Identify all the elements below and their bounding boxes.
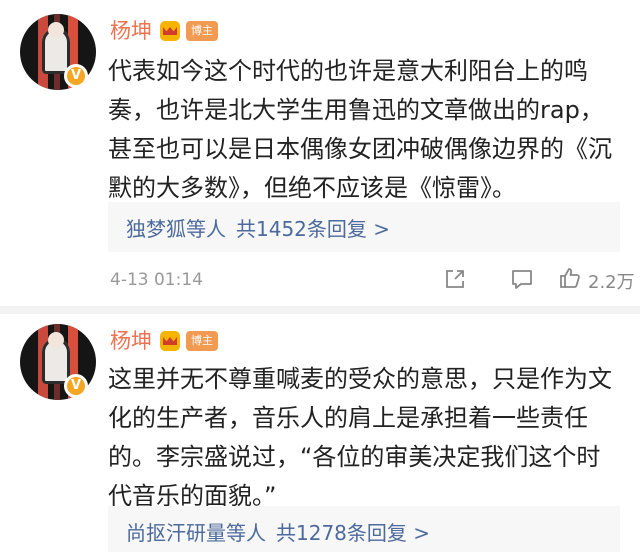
username-link[interactable]: 杨坤 <box>110 16 152 46</box>
comment-thread: V 杨坤 博主 代表如今这个时代的也许是意大利阳台上的鸣奏，也许是北大学生用鲁迅… <box>0 0 640 552</box>
crown-icon <box>160 21 180 41</box>
verified-v-icon: V <box>64 374 88 398</box>
author-row: 杨坤 博主 <box>110 16 218 46</box>
reply-users[interactable]: 尚抠汗研量 <box>126 517 226 546</box>
comment-footer: 4-13 01:14 2.2万 <box>110 266 635 296</box>
comment-card: V 杨坤 博主 这里并无不尊重喊麦的受众的意思，只是作为文化的生产者，音乐人的肩… <box>0 310 640 552</box>
author-tag-badge: 博主 <box>186 331 218 351</box>
crown-icon <box>160 331 180 351</box>
comment-icon[interactable] <box>510 268 534 290</box>
avatar-head <box>48 332 64 348</box>
comment-card: V 杨坤 博主 代表如今这个时代的也许是意大利阳台上的鸣奏，也许是北大学生用鲁迅… <box>0 0 640 310</box>
reply-users[interactable]: 独梦狐 <box>126 213 186 242</box>
timestamp: 4-13 01:14 <box>110 270 203 290</box>
share-icon[interactable] <box>444 268 466 290</box>
reply-users-suffix: 等人 <box>226 520 266 545</box>
verified-v-icon: V <box>64 64 88 88</box>
comment-text: 这里并无不尊重喊麦的受众的意思，只是作为文化的生产者，音乐人的肩上是承担着一些责… <box>108 365 612 510</box>
replies-link[interactable]: 尚抠汗研量 等人 共1278条回复 > <box>108 506 620 552</box>
username-link[interactable]: 杨坤 <box>110 326 152 356</box>
reply-total[interactable]: 共1278条回复 > <box>276 517 430 546</box>
author-tag-badge: 博主 <box>186 21 218 41</box>
like-count: 2.2万 <box>588 272 635 293</box>
author-row: 杨坤 博主 <box>110 326 218 356</box>
reply-total[interactable]: 共1452条回复 > <box>236 213 390 242</box>
avatar-head <box>48 22 64 38</box>
like-icon[interactable] <box>558 266 582 290</box>
reply-users-suffix: 等人 <box>186 216 226 241</box>
comment-text: 代表如今这个时代的也许是意大利阳台上的鸣奏，也许是北大学生用鲁迅的文章做出的ra… <box>108 57 612 202</box>
replies-link[interactable]: 独梦狐 等人 共1452条回复 > <box>108 202 620 252</box>
